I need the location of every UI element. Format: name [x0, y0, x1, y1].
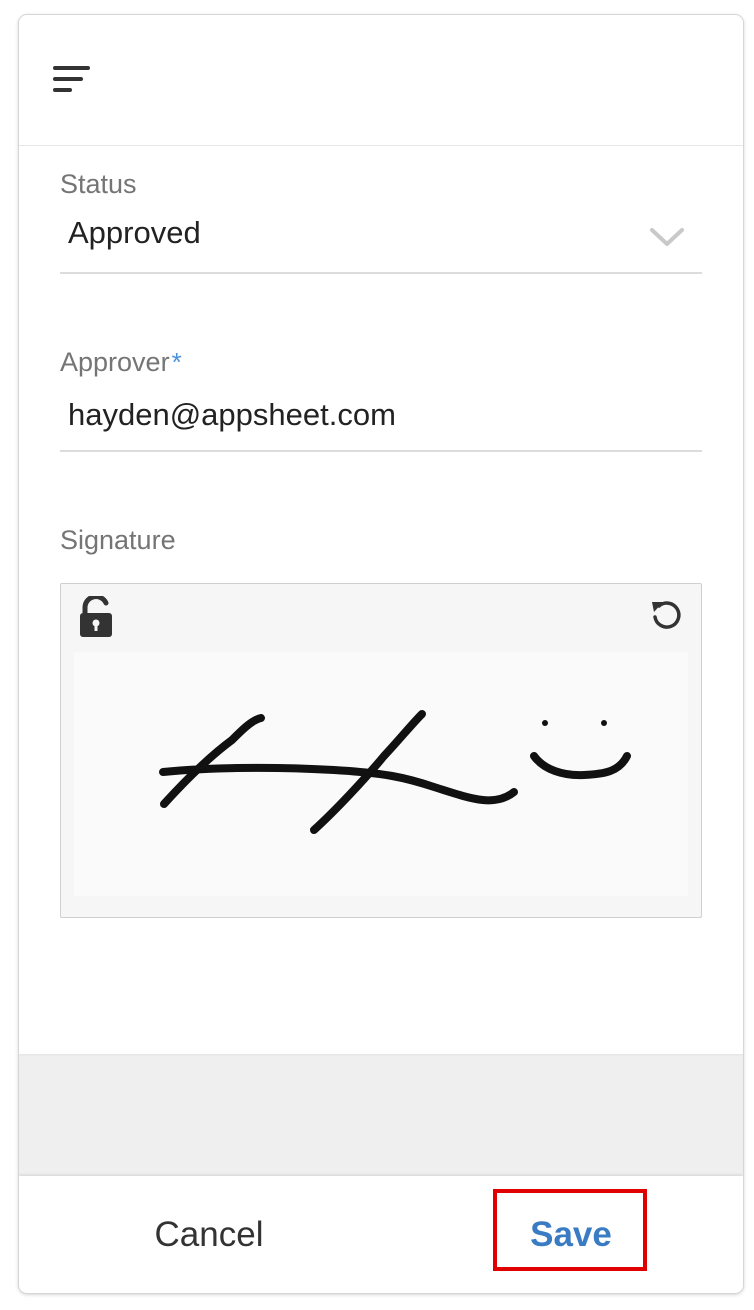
signature-canvas[interactable]: [74, 652, 688, 896]
empty-area: [19, 1054, 743, 1176]
approver-label: Approver*: [60, 347, 182, 377]
cancel-button[interactable]: Cancel: [109, 1176, 309, 1293]
app-window: Status Approved Approver* hayden@appshee…: [19, 15, 743, 1293]
approver-underline: [60, 450, 702, 452]
menu-icon[interactable]: [53, 66, 91, 98]
unlock-icon[interactable]: [77, 596, 115, 638]
required-mark: *: [171, 347, 182, 377]
status-underline: [60, 272, 702, 274]
approver-input[interactable]: hayden@appsheet.com: [68, 397, 396, 433]
signature-pad: [60, 583, 702, 918]
app-header: [19, 15, 743, 146]
status-select[interactable]: Approved: [68, 215, 201, 251]
undo-icon[interactable]: [649, 598, 683, 632]
save-button[interactable]: Save: [496, 1176, 646, 1293]
action-footer: Cancel Save: [19, 1176, 743, 1293]
signature-drawing: [159, 710, 631, 834]
signature-label: Signature: [60, 525, 176, 555]
status-label: Status: [60, 169, 137, 199]
chevron-down-icon[interactable]: [650, 227, 684, 247]
